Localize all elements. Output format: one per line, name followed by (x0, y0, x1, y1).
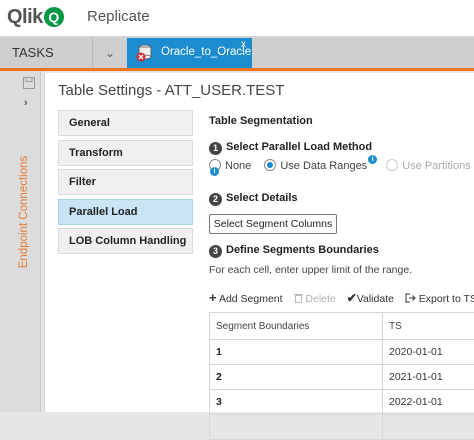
table-cell: 1 (210, 340, 383, 365)
nav-item-parallel-load[interactable]: Parallel Load (58, 199, 193, 225)
left-panel: › Endpoint Connections (0, 71, 41, 412)
radio-button-disabled-icon (386, 159, 398, 171)
table-cell: 3 (210, 390, 383, 415)
tasks-bar: TASKS ⌄ Oracle_to_Oracle x (0, 37, 474, 68)
export-label: Export to TSV (419, 293, 474, 305)
radio-use-data-ranges-label: Use Data Ranges (280, 160, 367, 172)
export-icon (405, 293, 416, 303)
nav-item-filter[interactable]: Filter (58, 169, 193, 195)
add-segment-button[interactable]: + Add Segment (209, 290, 283, 305)
validate-button[interactable]: ✔Validate (347, 291, 394, 305)
add-segment-label: Add Segment (219, 293, 283, 305)
table-cell[interactable]: 2022-01-01 (383, 390, 474, 415)
dialog-title: Table Settings - ATT_USER.TEST (58, 82, 284, 99)
table-row[interactable]: 3 2022-01-01 (210, 390, 474, 415)
chevron-right-icon[interactable]: › (24, 97, 28, 109)
table-cell[interactable]: 2020-01-01 (383, 340, 474, 365)
step2-label: Select Details (226, 192, 298, 204)
radio-button-selected-icon (264, 159, 276, 171)
select-segment-columns-button[interactable]: Select Segment Columns (209, 214, 337, 234)
step-number-3: 3 (209, 245, 222, 258)
step2-heading: 2 Select Details (209, 192, 298, 206)
logo-text: Qlik (7, 6, 43, 29)
table-cell[interactable]: 2021-01-01 (383, 365, 474, 390)
section-title: Table Segmentation (209, 115, 313, 127)
app-header: Qlik Q Replicate (0, 0, 474, 37)
save-icon[interactable] (23, 77, 35, 89)
step3-label: Define Segments Boundaries (226, 244, 379, 256)
nav-item-transform[interactable]: Transform (58, 140, 193, 166)
tasks-label[interactable]: TASKS (12, 45, 54, 60)
delete-button[interactable]: Delete (294, 293, 336, 305)
nav-item-lob-column-handling[interactable]: LOB Column Handling (58, 228, 193, 254)
load-method-radios: None Use Data Rangesi Use Partitionsi (209, 159, 474, 184)
step3-description: For each cell, enter upper limit of the … (209, 264, 412, 276)
segments-table: Segment Boundaries TS 1 2020-01-01 2 202… (209, 312, 474, 440)
plus-icon: + (209, 290, 217, 305)
database-error-icon (136, 44, 152, 62)
close-icon[interactable]: x (241, 39, 246, 50)
logo-q-icon: Q (44, 7, 64, 27)
table-row[interactable]: 1 2020-01-01 (210, 340, 474, 365)
table-row[interactable] (210, 415, 474, 440)
app-name: Replicate (87, 8, 150, 25)
delete-label: Delete (305, 293, 335, 305)
table-header-row: Segment Boundaries TS (210, 313, 474, 340)
column-header[interactable]: TS (383, 313, 474, 340)
table-cell: 2 (210, 365, 383, 390)
table-cell[interactable] (383, 415, 474, 440)
qlik-logo[interactable]: Qlik Q (7, 6, 64, 28)
checkmark-icon: ✔ (347, 291, 357, 305)
parallel-load-panel: Table Segmentation 1 Select Parallel Load… (209, 115, 474, 412)
trash-icon (294, 293, 303, 303)
settings-nav: General Transform Filter Parallel Load L… (58, 110, 193, 258)
export-to-tsv-button[interactable]: Export to TSV (405, 293, 474, 305)
column-header[interactable]: Segment Boundaries (210, 313, 383, 340)
radio-use-partitions[interactable]: Use Partitions (386, 160, 470, 172)
tasks-dropdown-button[interactable]: ⌄ (92, 37, 127, 68)
segments-toolbar: + Add Segment Delete ✔Validate Export to… (209, 290, 474, 305)
radio-none-label: None (225, 160, 251, 172)
nav-item-general[interactable]: General (58, 110, 193, 136)
info-icon[interactable]: i (368, 155, 377, 164)
table-cell[interactable] (210, 415, 383, 440)
radio-use-data-ranges[interactable]: Use Data Ranges (264, 160, 367, 172)
endpoint-connections-panel-toggle[interactable]: Endpoint Connections (4, 111, 28, 311)
radio-use-partitions-label: Use Partitions (402, 160, 470, 172)
accent-divider (0, 68, 474, 71)
step1-label: Select Parallel Load Method (226, 141, 372, 153)
table-row[interactable]: 2 2021-01-01 (210, 365, 474, 390)
task-tab[interactable]: Oracle_to_Oracle x (127, 38, 252, 68)
step3-heading: 3 Define Segments Boundaries (209, 244, 379, 258)
step1-heading: 1 Select Parallel Load Method (209, 141, 372, 155)
endpoint-connections-label: Endpoint Connections (18, 112, 30, 312)
step-number-1: 1 (209, 142, 222, 155)
info-icon[interactable]: i (210, 167, 219, 176)
chevron-down-icon: ⌄ (105, 46, 115, 60)
table-settings-dialog: Table Settings - ATT_USER.TEST General T… (44, 73, 474, 412)
validate-label: Validate (357, 293, 394, 305)
task-tab-label: Oracle_to_Oracle (161, 46, 251, 58)
step-number-2: 2 (209, 193, 222, 206)
